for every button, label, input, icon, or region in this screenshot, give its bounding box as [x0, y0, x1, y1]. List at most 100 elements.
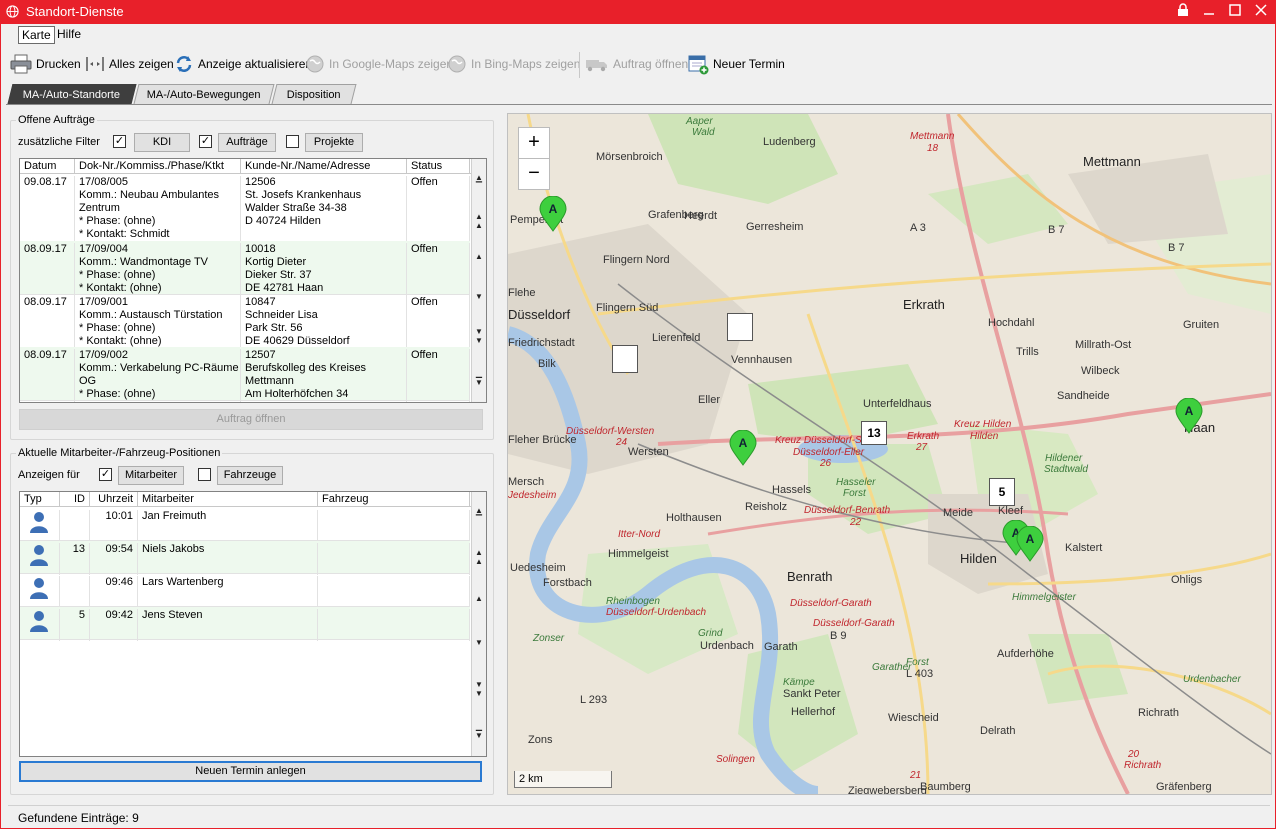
tab-standorte[interactable]: MA-/Auto-Standorte [7, 84, 137, 104]
map-marker-flag[interactable]: 13 [861, 421, 887, 445]
scroll-up-icon[interactable]: ▲ [472, 594, 486, 603]
cell-date: 08.09.17 [20, 243, 75, 296]
col-typ[interactable]: Typ [20, 492, 60, 506]
scroll-down-icon[interactable]: ▼ [472, 638, 486, 647]
filter-fahrzeuge-button[interactable]: Fahrzeuge [217, 466, 283, 485]
table-row[interactable]: 5 09:42 Jens Steven [20, 607, 470, 641]
col-kunde[interactable]: Kunde-Nr./Name/Adresse [241, 159, 407, 173]
map-marker-flag[interactable] [727, 313, 753, 341]
filter-projekte-button[interactable]: Projekte [305, 133, 363, 152]
cell-type [20, 510, 60, 542]
map-label: Kalstert [1065, 542, 1103, 554]
tab-disposition[interactable]: Disposition [271, 84, 357, 104]
cell-employee: Jan Freimuth [138, 510, 318, 542]
staff-group-title: Aktuelle Mitarbeiter-/Fahrzeug-Positione… [16, 447, 223, 459]
filter-mitarbeiter-button[interactable]: Mitarbeiter [118, 466, 184, 485]
scroll-page-up-icon[interactable]: ▲ ▲ [472, 548, 486, 566]
map-marker-flag[interactable]: 5 [989, 478, 1015, 506]
table-row[interactable]: 10:01 Jan Freimuth [20, 508, 470, 542]
table-row[interactable]: 09:46 Lars Wartenberg [20, 574, 470, 608]
map-marker-pin[interactable]: A [539, 195, 567, 232]
map-label: 24 [616, 437, 628, 448]
table-row[interactable]: 09.08.17 17/08/005 Komm.: Neubau Ambulante… [20, 174, 470, 243]
person-icon [30, 512, 48, 533]
col-mitarbeiter[interactable]: Mitarbeiter [138, 492, 318, 506]
map-label: Gräfenberg [1156, 781, 1212, 793]
map-label: Reisholz [745, 501, 788, 513]
zoom-out-button[interactable]: − [518, 158, 550, 190]
show-all-label: Alles zeigen [109, 57, 174, 71]
zoom-in-button[interactable]: + [518, 127, 550, 159]
lock-icon[interactable] [1174, 3, 1192, 21]
scroll-last-icon[interactable]: ▁ ▼ [472, 722, 486, 740]
cell-doc-line: 17/09/004 [79, 243, 128, 255]
map-scale-bar: 2 km [514, 771, 612, 788]
scroll-page-down-icon[interactable]: ▼ ▼ [472, 327, 486, 345]
col-datum[interactable]: Datum [20, 159, 75, 173]
orders-scrollbar[interactable]: ▲ ▔ ▲ ▲ ▲ ▼ ▼ ▼ ▁ ▼ [471, 159, 486, 402]
map-label: L 403 [906, 668, 934, 680]
show-all-button[interactable]: Alles zeigen [85, 50, 174, 78]
menu-karte[interactable]: Karte [18, 26, 55, 44]
scroll-first-icon[interactable]: ▲ ▔ [472, 173, 486, 191]
map-scale-label: 2 km [519, 773, 543, 785]
table-row[interactable]: 08.09.17 17/09/002 Komm.: Verkabelung PC-R… [20, 347, 470, 402]
print-button[interactable]: Drucken [10, 50, 81, 78]
staff-scrollbar[interactable]: ▲ ▔ ▲ ▲ ▲ ▼ ▼ ▼ ▁ ▼ [471, 492, 486, 756]
col-dok[interactable]: Dok-Nr./Kommiss./Phase/Ktkt [75, 159, 241, 173]
menu-hilfe[interactable]: Hilfe [54, 26, 84, 42]
col-uhrzeit[interactable]: Uhrzeit [90, 492, 138, 506]
cell-customer: 10847 Schneider Lisa Park Str. 56 DE 40629 … [241, 296, 407, 349]
filter-kdi-button[interactable]: KDI [134, 133, 190, 152]
map-label: Hellerhof [791, 706, 836, 718]
scroll-first-icon[interactable]: ▲ ▔ [472, 506, 486, 524]
bing-maps-button[interactable]: In Bing-Maps zeigen [447, 50, 580, 78]
filter-fahrzeuge-checkbox[interactable] [198, 468, 211, 481]
new-appointment-button[interactable]: Neuen Termin anlegen [19, 761, 482, 782]
close-button[interactable] [1252, 3, 1270, 21]
filter-projekte-checkbox[interactable] [286, 135, 299, 148]
scroll-down-icon[interactable]: ▼ [472, 292, 486, 301]
minimize-button[interactable] [1200, 3, 1218, 21]
scroll-up-icon[interactable]: ▲ [472, 252, 486, 261]
scroll-page-up-icon[interactable]: ▲ ▲ [472, 212, 486, 230]
scroll-page-down-icon[interactable]: ▼ ▼ [472, 680, 486, 698]
col-id[interactable]: ID [60, 492, 90, 506]
map-marker-pin[interactable]: A [729, 429, 757, 466]
cell-customer: 10018 Kortig Dieter Dieker Str. 37 DE 42781… [241, 243, 407, 296]
map-label: Eller [698, 394, 721, 406]
table-row[interactable]: 08.09.17 17/09/001 Komm.: Austausch Türsta… [20, 294, 470, 349]
filter-auftraege-button[interactable]: Aufträge [218, 133, 276, 152]
map-label: B 9 [830, 630, 847, 642]
print-label: Drucken [36, 57, 81, 71]
col-status[interactable]: Status [407, 159, 470, 173]
person-icon [30, 545, 48, 566]
filter-auftraege-checkbox[interactable]: ✓ [199, 135, 212, 148]
tab-disposition-label: Disposition [286, 89, 341, 101]
map-label: Erkrath [903, 297, 945, 312]
scroll-last-icon[interactable]: ▁ ▼ [472, 369, 486, 387]
table-row[interactable]: 08.09.17 17/09/004 Komm.: Wandmontage TV * … [20, 241, 470, 296]
filter-kdi-checkbox[interactable]: ✓ [113, 135, 126, 148]
table-row[interactable]: 13 09:54 Niels Jakobs [20, 541, 470, 575]
map-label: Zons [528, 734, 553, 746]
refresh-button[interactable]: Anzeige aktualisieren [174, 50, 312, 78]
map-marker-pin[interactable]: A [1016, 525, 1044, 562]
col-fahrzeug[interactable]: Fahrzeug [318, 492, 470, 506]
map-view[interactable]: Aaper Wald Mörsenbroich Ludenberg Mettmann 18… [507, 113, 1272, 795]
google-maps-button[interactable]: In Google-Maps zeigen [305, 50, 453, 78]
cell-doc-line: Zentrum [79, 202, 120, 214]
open-order-button[interactable]: Auftrag öffnen [19, 409, 483, 430]
map-marker-flag[interactable] [612, 345, 638, 373]
maximize-button[interactable] [1226, 3, 1244, 21]
map-label: Sandheide [1057, 390, 1110, 402]
filter-mitarbeiter-checkbox[interactable]: ✓ [99, 468, 112, 481]
tab-bewegungen[interactable]: MA-/Auto-Bewegungen [133, 84, 275, 104]
open-order-toolbar-button[interactable]: Auftrag öffnen [585, 50, 688, 78]
map-label: Wald [692, 127, 715, 138]
cell-id [60, 576, 90, 608]
title-bar[interactable]: Standort-Dienste [0, 0, 1276, 24]
cell-customer-line: Schneider Lisa [245, 309, 318, 321]
new-appointment-toolbar-button[interactable]: Neuer Termin [687, 50, 785, 78]
map-marker-pin[interactable]: A [1175, 397, 1203, 434]
